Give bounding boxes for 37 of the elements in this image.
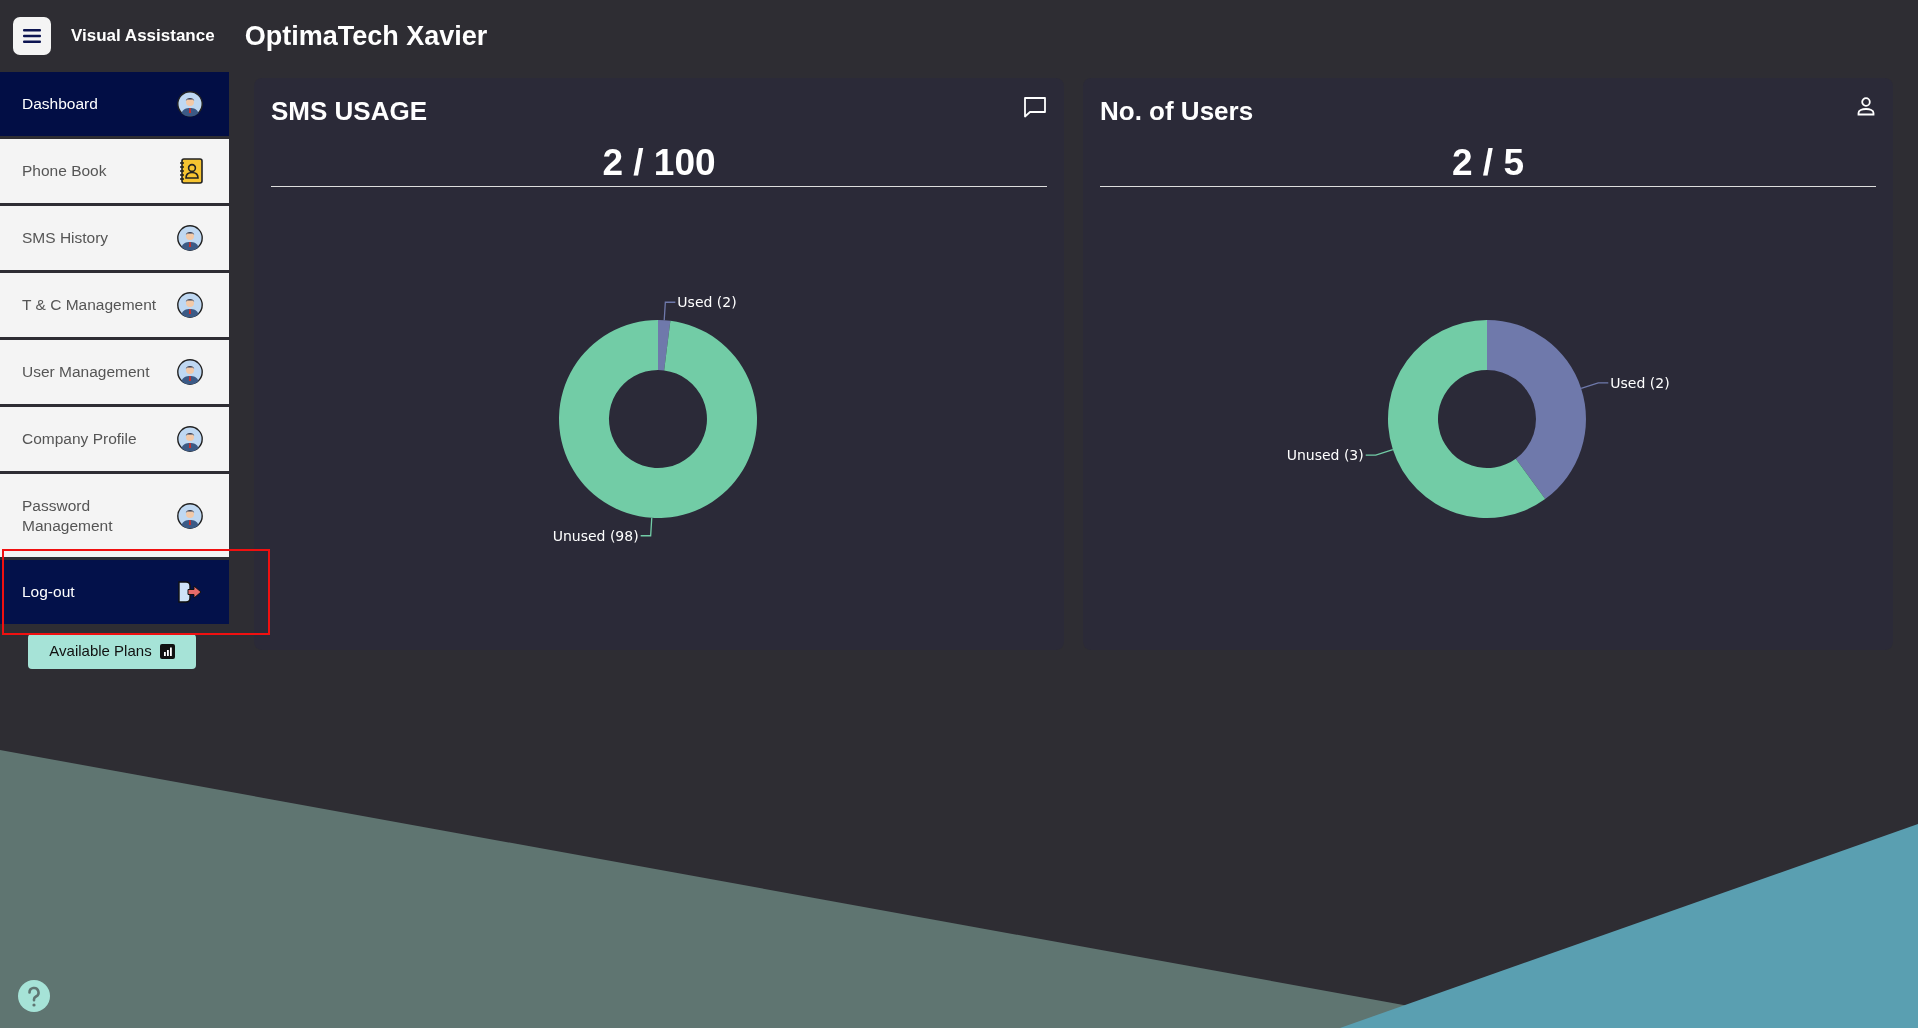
card-title: No. of Users: [1100, 95, 1254, 128]
sidebar-item[interactable]: SMS History: [0, 206, 229, 270]
logout-button[interactable]: Log-out: [0, 560, 229, 624]
avatar-icon: [177, 225, 203, 251]
slice-label: Unused (3): [1286, 446, 1364, 463]
menu-icon: [23, 29, 41, 43]
avatar-icon: [177, 426, 203, 452]
avatar-icon: [177, 91, 203, 117]
menu-button[interactable]: [13, 17, 51, 55]
avatar-icon: [177, 502, 203, 529]
sidebar-item[interactable]: T & C Management: [0, 273, 229, 337]
leader-line: [1365, 448, 1394, 456]
usage-count: 2 / 5: [1100, 143, 1876, 187]
avatar-icon: [177, 359, 203, 385]
logout-icon: [177, 580, 203, 604]
leader-line: [663, 301, 676, 321]
sidebar-item[interactable]: User Management: [0, 340, 229, 404]
app-name: Visual Assistance: [71, 25, 215, 48]
slice-label: Unused (98): [552, 527, 639, 544]
company-title: OptimaTech Xavier: [244, 19, 488, 53]
slice-label: Used (2): [677, 293, 737, 310]
sidebar-item[interactable]: Phone Book: [0, 139, 229, 203]
leader-line: [1580, 381, 1609, 389]
chat-icon: [1023, 96, 1047, 118]
usage-count: 2 / 100: [271, 143, 1047, 187]
chart-icon: [159, 644, 175, 659]
sidebar-item[interactable]: Company Profile: [0, 407, 229, 471]
card-title: SMS USAGE: [271, 95, 428, 128]
avatar-icon: [177, 292, 203, 318]
help-icon[interactable]: [18, 980, 50, 1012]
address-book-icon: [179, 158, 203, 184]
slice-label: Used (2): [1610, 374, 1670, 391]
available-plans-button[interactable]: Available Plans: [28, 634, 196, 669]
user-icon: [1856, 96, 1876, 116]
leader-line: [640, 516, 653, 537]
sidebar-item[interactable]: Password Management: [0, 474, 229, 557]
sidebar-item[interactable]: Dashboard: [0, 72, 229, 136]
